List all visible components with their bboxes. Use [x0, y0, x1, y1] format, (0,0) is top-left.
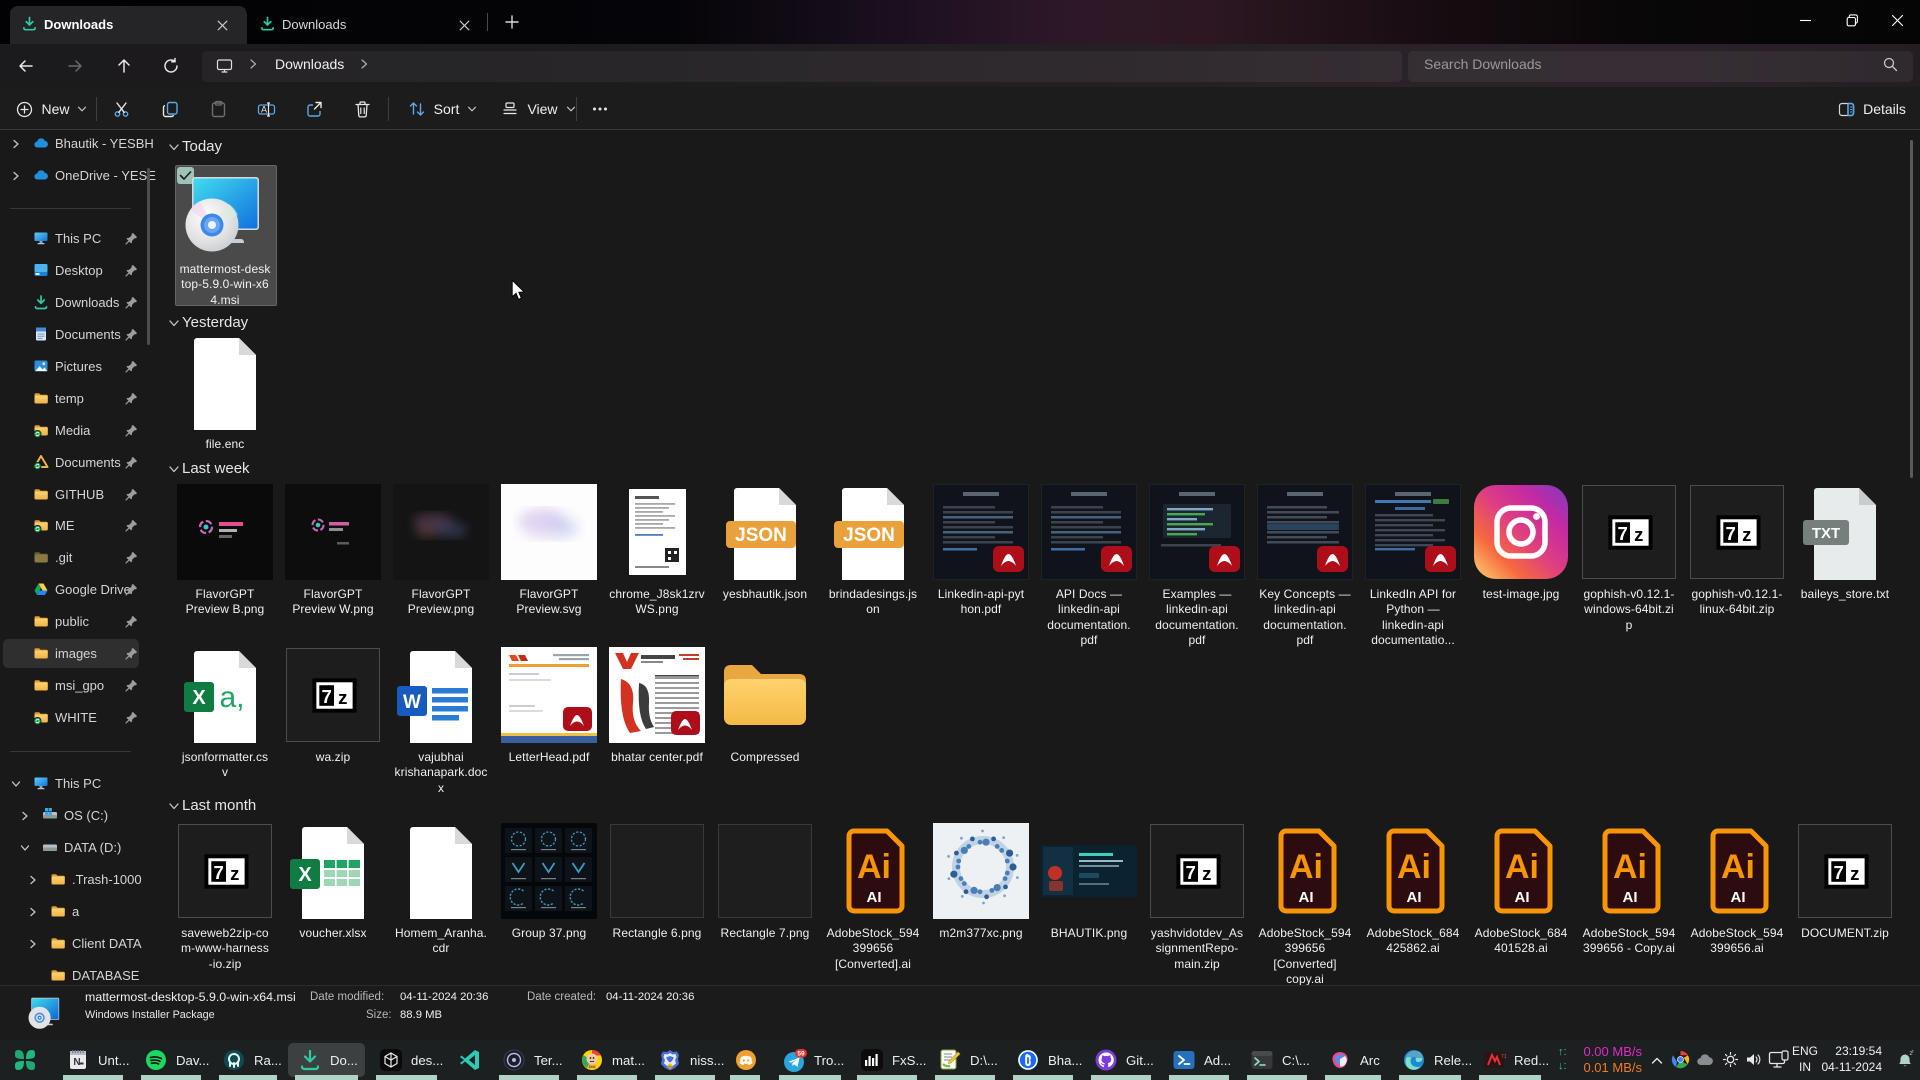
svg-text:59: 59	[797, 1051, 805, 1058]
svg-text:7: 7	[1833, 862, 1843, 883]
svg-text:z: z	[1912, 1049, 1915, 1054]
svg-text:TXT: TXT	[1812, 525, 1840, 542]
svg-text:Ai: Ai	[1289, 848, 1323, 886]
svg-text:btc: btc	[668, 1064, 673, 1068]
svg-text:Beta: Beta	[589, 1065, 596, 1069]
svg-text:7: 7	[213, 862, 223, 883]
svg-text:AI: AI	[1731, 889, 1746, 906]
svg-text:AI: AI	[1407, 889, 1422, 906]
svg-text:Ai: Ai	[1505, 848, 1539, 886]
svg-text:AI: AI	[867, 889, 882, 906]
svg-text:71: 71	[1501, 1054, 1506, 1060]
svg-text:7: 7	[1617, 523, 1627, 544]
svg-text:A: A	[261, 104, 267, 114]
svg-text:JSON: JSON	[843, 525, 895, 546]
svg-text:7: 7	[321, 686, 331, 707]
svg-text:z: z	[1202, 863, 1211, 884]
svg-text:z: z	[1850, 863, 1859, 884]
svg-text:z: z	[230, 863, 239, 884]
svg-text:Ai: Ai	[1721, 848, 1755, 886]
svg-text:z: z	[338, 687, 347, 708]
svg-text:Ai: Ai	[857, 848, 891, 886]
svg-text:AI: AI	[1623, 889, 1638, 906]
svg-text:Ai: Ai	[1613, 848, 1647, 886]
svg-text:N: N	[73, 1057, 80, 1068]
svg-text:7: 7	[1185, 862, 1195, 883]
svg-text:7: 7	[1725, 523, 1735, 544]
svg-text:z: z	[1634, 524, 1643, 545]
svg-text:AI: AI	[1515, 889, 1530, 906]
svg-text:X: X	[192, 687, 206, 709]
svg-text:JSON: JSON	[735, 525, 787, 546]
svg-text:AI: AI	[1299, 889, 1314, 906]
svg-text:W: W	[403, 692, 421, 713]
svg-text:z: z	[1742, 524, 1751, 545]
svg-text:X: X	[298, 864, 312, 886]
svg-text:a,: a,	[219, 681, 244, 714]
svg-text:Ai: Ai	[1397, 848, 1431, 886]
